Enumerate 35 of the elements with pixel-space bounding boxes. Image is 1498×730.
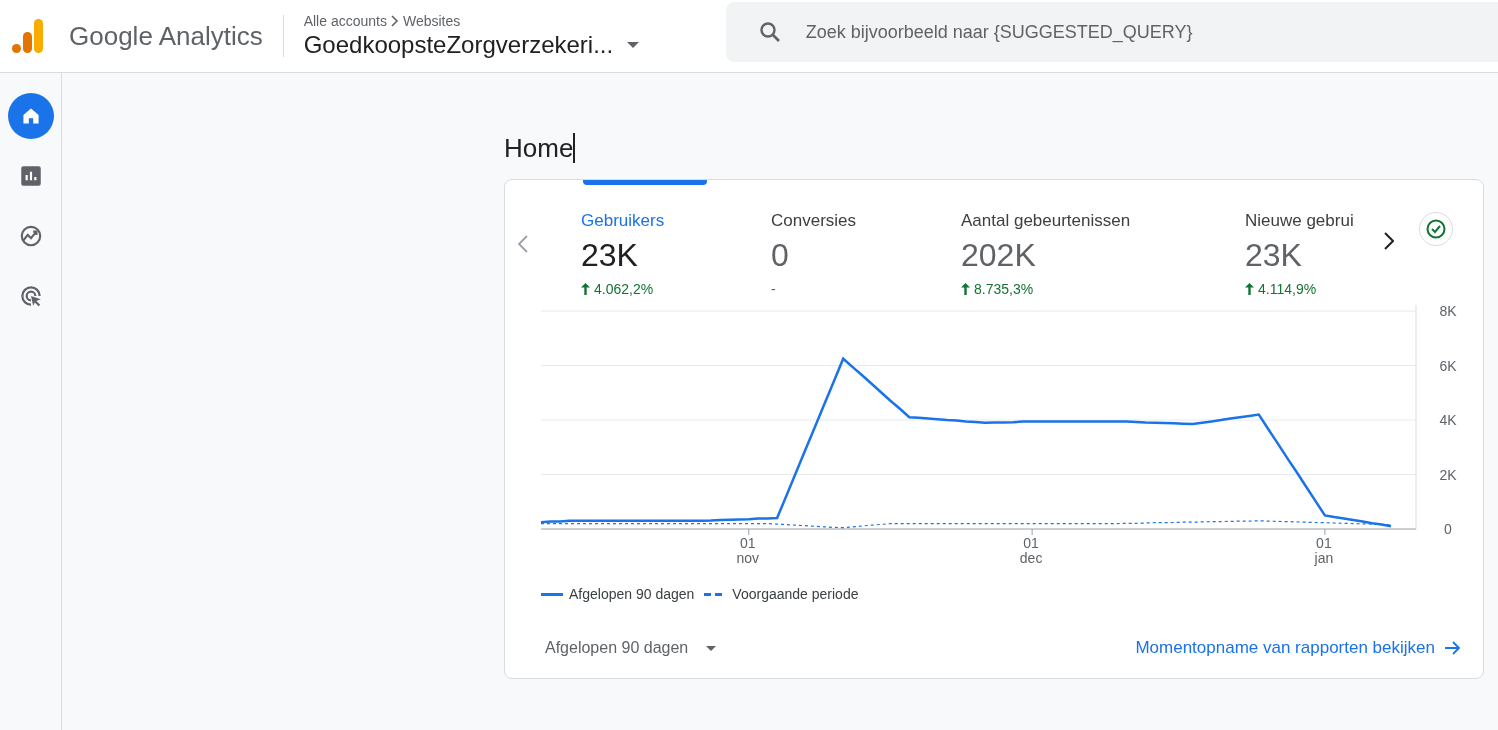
metric-tab[interactable]: Nieuwe gebrui 23K 4.114,9% xyxy=(1245,180,1371,297)
arrow-up-icon xyxy=(581,283,590,295)
metric-tab[interactable]: Conversies 0 - xyxy=(771,180,961,297)
page-title: Home xyxy=(504,132,574,164)
x-axis-label: 01 jan xyxy=(1314,535,1334,566)
arrow-up-icon xyxy=(961,283,970,295)
property-name[interactable]: GoedkoopsteZorgverzekeri... xyxy=(303,31,614,59)
nav-item[interactable] xyxy=(7,93,54,139)
date-range-dropdown[interactable]: Afgelopen 90 dagen xyxy=(545,639,717,657)
text-cursor xyxy=(573,133,575,163)
chevron-left-icon[interactable] xyxy=(518,235,528,253)
breadcrumb-link[interactable]: Websites xyxy=(402,13,461,29)
y-axis-label: 4K xyxy=(1439,412,1457,428)
search-icon xyxy=(757,20,782,44)
y-axis-label: 2K xyxy=(1439,466,1457,483)
x-axis-label: 01 dec xyxy=(1019,535,1043,566)
metric-tab[interactable]: Aantal gebeurtenissen 202K 8.735,3% xyxy=(961,180,1245,297)
arrow-up-icon xyxy=(1245,283,1254,295)
dropdown-caret-icon xyxy=(706,645,717,651)
dropdown-caret-icon[interactable] xyxy=(627,42,640,48)
x-axis-label: 01 nov xyxy=(736,535,760,566)
legend-label: Voorgaande periode xyxy=(732,586,859,602)
metric-tab[interactable]: Gebruikers 23K 4.062,2% xyxy=(541,180,771,297)
y-axis-label: 6K xyxy=(1439,357,1457,374)
chevron-right-icon[interactable] xyxy=(1384,232,1394,250)
legend-label: Afgelopen 90 dagen xyxy=(569,586,695,602)
y-axis-label: 0 xyxy=(1444,521,1452,537)
breadcrumb-link[interactable]: Alle accounts xyxy=(303,13,387,29)
chevron-right-icon xyxy=(389,15,400,27)
search-field[interactable]: Zoek bijvoorbeeld naar {SUGGESTED_QUERY} xyxy=(725,2,1498,62)
y-axis-label: 8K xyxy=(1439,305,1457,319)
arrow-right-icon xyxy=(1445,641,1461,655)
report-snapshot-link[interactable]: Momentopname van rapporten bekijken xyxy=(1135,638,1461,658)
product-name: Google Analytics xyxy=(69,20,263,52)
analytics-logo xyxy=(12,17,44,55)
